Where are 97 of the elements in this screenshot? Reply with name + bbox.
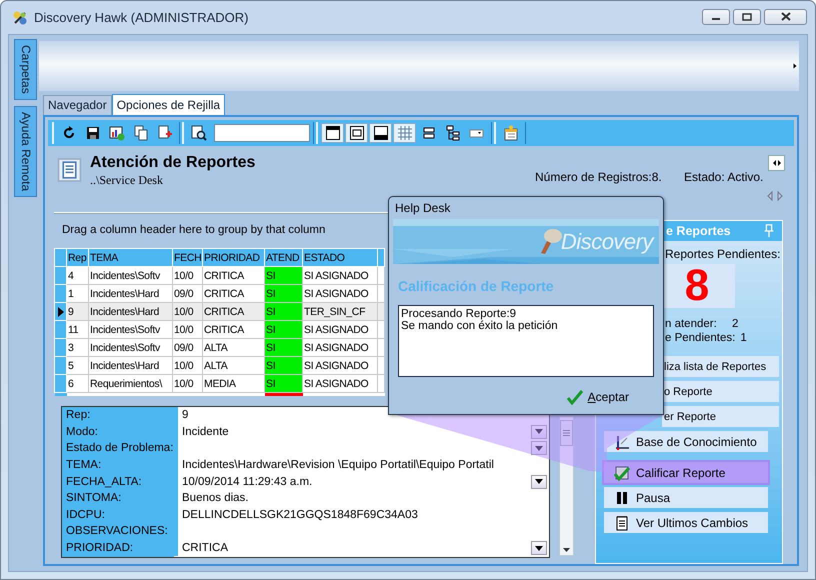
action-button[interactable]: liza lista de Reportes (662, 356, 779, 377)
field-label: PRIORIDAD: (62, 540, 178, 556)
field-value: 9 (181, 409, 190, 422)
stat-value: 1 (740, 332, 747, 346)
row-selector[interactable] (54, 302, 66, 320)
side-tab[interactable]: Carpetas (14, 39, 37, 100)
checkmark-icon (566, 389, 584, 405)
notepad-icon (614, 514, 630, 530)
dialog-title: Help Desk (394, 200, 452, 217)
record-count: Número de Registros:8. (535, 170, 662, 184)
scroll-arrows-icon (766, 191, 784, 201)
table-row[interactable]: 11 Incidentes\Softv 10/0 CRITICA SI SI ASIGNADO (54, 320, 384, 338)
table-cell: SI (264, 266, 302, 284)
field-value: CRITICA (181, 542, 229, 554)
table-row[interactable]: 3 Incidentes\Softv 09/0 ALTA SI SI ASIGNADO (54, 338, 384, 356)
field-label: Estado de Problema: (62, 440, 178, 457)
app-icon (12, 10, 28, 26)
table-cell: SI (264, 374, 302, 392)
table-row[interactable]: 6 Requerimientos\ 10/0 MEDIA SI SI ASIGNADO (54, 374, 384, 392)
action-button[interactable]: o Reporte (662, 381, 779, 402)
grip-icon (563, 430, 570, 436)
field-value: Incidente (181, 426, 230, 438)
action-button[interactable]: Calificar Reporte (604, 462, 768, 483)
column-header[interactable]: ATEND (264, 248, 302, 266)
caret-down-icon (535, 479, 543, 484)
stat-value: 2 (732, 318, 738, 332)
document-icon (57, 157, 82, 183)
row-pointer-icon (58, 306, 64, 316)
form-layout-icon[interactable] (321, 123, 344, 143)
table-cell: SI (264, 320, 302, 338)
footer-layout-icon[interactable] (369, 123, 392, 143)
table-cell: SI (264, 338, 302, 356)
field-label: TEMA: (62, 456, 178, 474)
field-label: FECHA_ALTA: (62, 473, 178, 490)
table-row[interactable]: 5 Incidentes\Hard 10/0 ALTA SI SI ASIGNADO (54, 356, 384, 374)
action-button[interactable]: Pausa (604, 487, 768, 508)
action-button[interactable]: Ver Ultimos Cambios (604, 512, 768, 533)
logo: Discovery (560, 229, 653, 255)
scroll-arrows-button[interactable] (768, 155, 785, 171)
scroll-down-icon[interactable] (563, 548, 570, 552)
table-row[interactable]: 1 Incidentes\Hard 09/0 CRITICA SI SI ASIGNADO (54, 284, 384, 302)
tab[interactable]: Navegador (43, 95, 112, 115)
action-button[interactable]: er Reporte (662, 406, 779, 427)
minimize-button[interactable] (702, 8, 730, 24)
column-header[interactable]: FECH (172, 248, 202, 266)
maximize-button[interactable] (733, 8, 761, 24)
page-title: Atención de Reportes (90, 154, 256, 172)
column-header[interactable]: ESTADO (302, 248, 378, 266)
stat-label: e Pendientes: (665, 332, 736, 346)
breadcrumb-path: ..\Service Desk (90, 173, 164, 188)
field-value: Buenos dias. (181, 492, 250, 504)
close-button[interactable] (764, 8, 807, 24)
pending-label: Reportes Pendientes: (665, 247, 782, 261)
close-icon (780, 12, 790, 21)
table-row[interactable]: 9 Incidentes\Hard 10/0 CRITICA SI TER_SIN_CF (54, 302, 384, 320)
panel-title: e Reportes (666, 224, 731, 238)
field-value: DELLINCDELLSGK21GGQS1848F69C34A03 (181, 508, 419, 521)
table-row[interactable]: 4 Incidentes\Softv 10/0 CRITICA SI SI ASIGNADO (54, 266, 384, 284)
checkmark-icon (614, 464, 630, 480)
caret-down-icon (535, 429, 543, 434)
accept-button[interactable]: Aceptar (566, 389, 629, 405)
dropdown-button[interactable] (531, 474, 547, 489)
tab[interactable]: Opciones de Rejilla (112, 94, 226, 115)
stat-label: n atender: (665, 318, 718, 332)
dropdown-button[interactable] (531, 541, 547, 556)
caret-down-icon (535, 446, 543, 451)
row-header-corner (54, 248, 66, 266)
maximize-icon (742, 12, 752, 20)
table-cell: SI (264, 302, 302, 320)
ruler-pen-icon (614, 434, 630, 450)
caret-down-icon (535, 546, 543, 551)
pause-icon (614, 490, 630, 506)
side-tab[interactable]: Ayuda Remota (14, 106, 37, 197)
table-cell: SI (264, 356, 302, 374)
field-label: Rep: (62, 407, 178, 424)
field-value: 10/09/2014 11:29:43 a.m. (181, 476, 314, 488)
card-layout-icon[interactable] (345, 123, 368, 143)
search-field[interactable] (214, 124, 310, 142)
field-label: IDCPU: (62, 506, 178, 524)
field-value: Incidentes\Hardware\Revision \Equipo Portatil\Equipo Portatil (181, 459, 495, 472)
dialog-heading: Calificación de Reporte (398, 278, 555, 294)
column-header[interactable]: Rep (66, 248, 88, 266)
pin-icon (762, 223, 776, 239)
scrollbar[interactable] (559, 416, 574, 556)
table-cell: SI (264, 284, 302, 302)
field-label: OBSERVACIONES: (62, 523, 178, 540)
arrow-right-icon (791, 61, 799, 71)
message-line: Se mando con éxito la petición (401, 320, 559, 332)
field-label: SINTOMA: (62, 490, 178, 507)
status-text: Estado: Activo. (684, 170, 764, 184)
column-header[interactable]: TEMA (88, 248, 172, 266)
column-header[interactable]: PRIORIDAD (202, 248, 264, 266)
left-right-arrows-icon (772, 159, 782, 167)
field-label: Modo: (62, 424, 178, 440)
message-line: Procesando Reporte:9 (401, 308, 518, 320)
window-title: Discovery Hawk (ADMINISTRADOR) (34, 10, 249, 25)
action-button[interactable]: Base de Conocimiento (604, 431, 768, 452)
